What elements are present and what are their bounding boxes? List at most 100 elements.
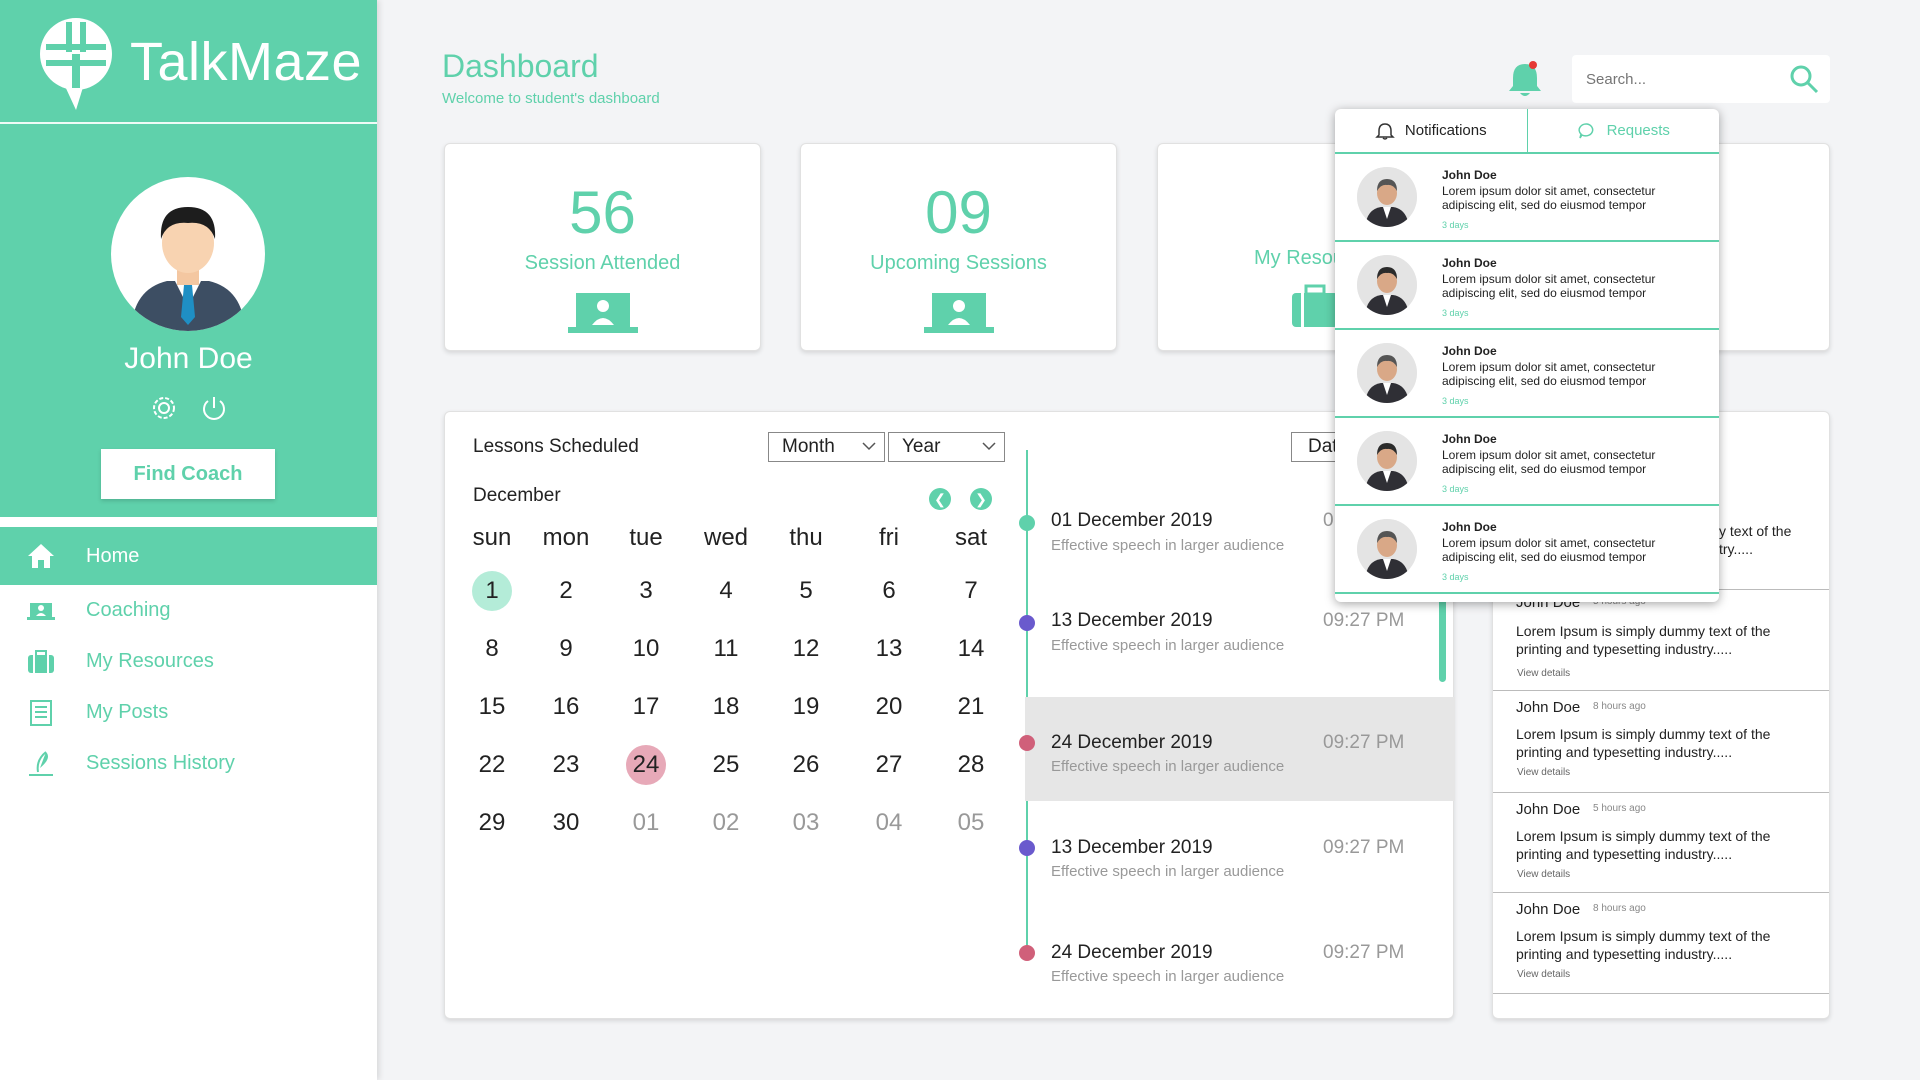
sidebar-item-sessions-history[interactable]: Sessions History [0,738,377,789]
month-select[interactable]: Month [768,432,885,462]
feed-item[interactable]: John Doe 5 hours ago Lorem Ipsum is simp… [1493,793,1829,893]
calendar-day[interactable]: 05 [929,794,1013,852]
calendar-day[interactable]: 27 [849,736,929,794]
notification-item[interactable]: John Doe Lorem ipsum dolor sit amet, cons… [1335,506,1719,594]
weekday-header: mon [542,524,590,551]
calendar-day[interactable]: 14 [929,620,1013,678]
calendar-day[interactable]: 30 [529,794,603,852]
timeline-time: 0 [1323,510,1334,531]
calendar-day[interactable]: 19 [763,678,849,736]
sidebar-item-coaching[interactable]: Coaching [0,585,377,636]
calendar-day[interactable]: 16 [529,678,603,736]
timeline-desc: Effective speech in larger audience [1051,968,1285,985]
calendar-day[interactable]: 22 [455,736,529,794]
stat-label: Upcoming Sessions [870,252,1047,274]
view-details-link[interactable]: View details [1517,767,1570,778]
timeline-item[interactable]: 13 December 2019 09:27 PM Effective spee… [1019,597,1455,697]
calendar-day[interactable]: 23 [529,736,603,794]
calendar-day[interactable]: 2 [529,562,603,620]
calendar-day[interactable]: 18 [689,678,763,736]
settings-icon[interactable] [149,393,179,423]
calendar-day[interactable]: 15 [455,678,529,736]
sidebar-nav: Home Coaching My Resources My Posts Sess… [0,527,377,789]
notification-name: John Doe [1442,520,1497,534]
view-details-link[interactable]: View details [1517,969,1570,980]
sidebar-item-home[interactable]: Home [0,527,377,585]
tab-label: Requests [1606,122,1670,139]
calendar-day[interactable]: 7 [929,562,1013,620]
tab-notifications[interactable]: Notifications [1335,109,1528,152]
calendar-day[interactable]: 24 [603,736,689,794]
timeline-date: 13 December 2019 [1051,837,1213,858]
notification-name: John Doe [1442,432,1497,446]
calendar-day-label: 28 [957,751,985,778]
stat-card-upcoming-sessions[interactable]: 09 Upcoming Sessions [800,143,1117,351]
calendar-day-label: 7 [964,577,978,604]
notification-item[interactable]: John Doe Lorem ipsum dolor sit amet, cons… [1335,418,1719,506]
logo[interactable]: TalkMaze [36,14,376,110]
calendar-day[interactable]: 12 [763,620,849,678]
stat-label: My Resou [1254,247,1345,269]
calendar-day[interactable]: 29 [455,794,529,852]
sidebar-item-my-posts[interactable]: My Posts [0,687,377,738]
avatar[interactable] [111,177,265,331]
notification-text: Lorem ipsum dolor sit amet, consectetur … [1442,360,1656,388]
sidebar-item-label: Coaching [86,599,171,621]
feed-text: y text of the [1719,523,1792,539]
calendar-day[interactable]: 6 [849,562,929,620]
sidebar-item-my-resources[interactable]: My Resources [0,636,377,687]
calendar-day[interactable]: 26 [763,736,849,794]
timeline-desc: Effective speech in larger audience [1051,537,1285,554]
timeline-date: 24 December 2019 [1051,942,1213,963]
view-details-link[interactable]: View details [1517,668,1570,679]
calendar-day[interactable]: 10 [603,620,689,678]
panel-title: Lessons Scheduled [473,436,639,457]
power-icon[interactable] [199,393,229,423]
calendar-day[interactable]: 17 [603,678,689,736]
calendar-day[interactable]: 9 [529,620,603,678]
notification-text: Lorem ipsum dolor sit amet, consectetur … [1442,272,1656,300]
prev-month-button[interactable]: ❮ [929,488,951,510]
notification-name: John Doe [1442,256,1497,270]
calendar-day[interactable]: 01 [603,794,689,852]
chevron-down-icon [862,442,876,451]
notification-item[interactable]: John Doe Lorem ipsum dolor sit amet, cons… [1335,154,1719,242]
calendar-day[interactable]: 3 [603,562,689,620]
calendar-day[interactable]: 21 [929,678,1013,736]
calendar-day[interactable]: 11 [689,620,763,678]
sidebar-item-label: Home [86,544,140,567]
timeline-item[interactable]: 24 December 2019 09:27 PM Effective spee… [1019,697,1455,801]
timeline-item[interactable]: 24 December 2019 09:27 PM Effective spee… [1019,930,1455,1030]
view-details-link[interactable]: View details [1517,869,1570,880]
search-input[interactable] [1572,70,1772,88]
notification-item[interactable]: John Doe Lorem ipsum dolor sit amet, cons… [1335,330,1719,418]
calendar-day[interactable]: 28 [929,736,1013,794]
calendar-day[interactable]: 03 [763,794,849,852]
calendar-day[interactable]: 04 [849,794,929,852]
calendar-day[interactable]: 1 [455,562,529,620]
next-month-button[interactable]: ❯ [970,488,992,510]
bell-icon[interactable] [1505,58,1545,100]
search-icon[interactable] [1788,63,1820,95]
feed-item[interactable]: Lorem Ipsum is simply dummy text of the … [1493,591,1829,691]
home-icon [26,542,56,570]
year-select[interactable]: Year [888,432,1005,462]
find-coach-button[interactable]: Find Coach [101,449,275,499]
calendar-day[interactable]: 5 [763,562,849,620]
feed-item[interactable]: John Doe 8 hours ago Lorem Ipsum is simp… [1493,691,1829,793]
tab-requests[interactable]: Requests [1528,109,1720,152]
calendar-day[interactable]: 4 [689,562,763,620]
notification-item[interactable]: John Doe Lorem ipsum dolor sit amet, cons… [1335,242,1719,330]
stat-card-sessions-attended[interactable]: 56 Session Attended [444,143,761,351]
feed-item[interactable]: John Doe 8 hours ago Lorem Ipsum is simp… [1493,893,1829,994]
timeline-item[interactable]: 13 December 2019 09:27 PM Effective spee… [1019,827,1455,927]
briefcase-icon [1290,283,1340,329]
calendar-day[interactable]: 25 [689,736,763,794]
calendar-day[interactable]: 13 [849,620,929,678]
calendar-day[interactable]: 20 [849,678,929,736]
calendar-day-label: 21 [957,693,985,720]
notification-time: 3 days [1442,308,1469,318]
calendar-day-label: 4 [719,577,733,604]
calendar-day[interactable]: 02 [689,794,763,852]
calendar-day[interactable]: 8 [455,620,529,678]
